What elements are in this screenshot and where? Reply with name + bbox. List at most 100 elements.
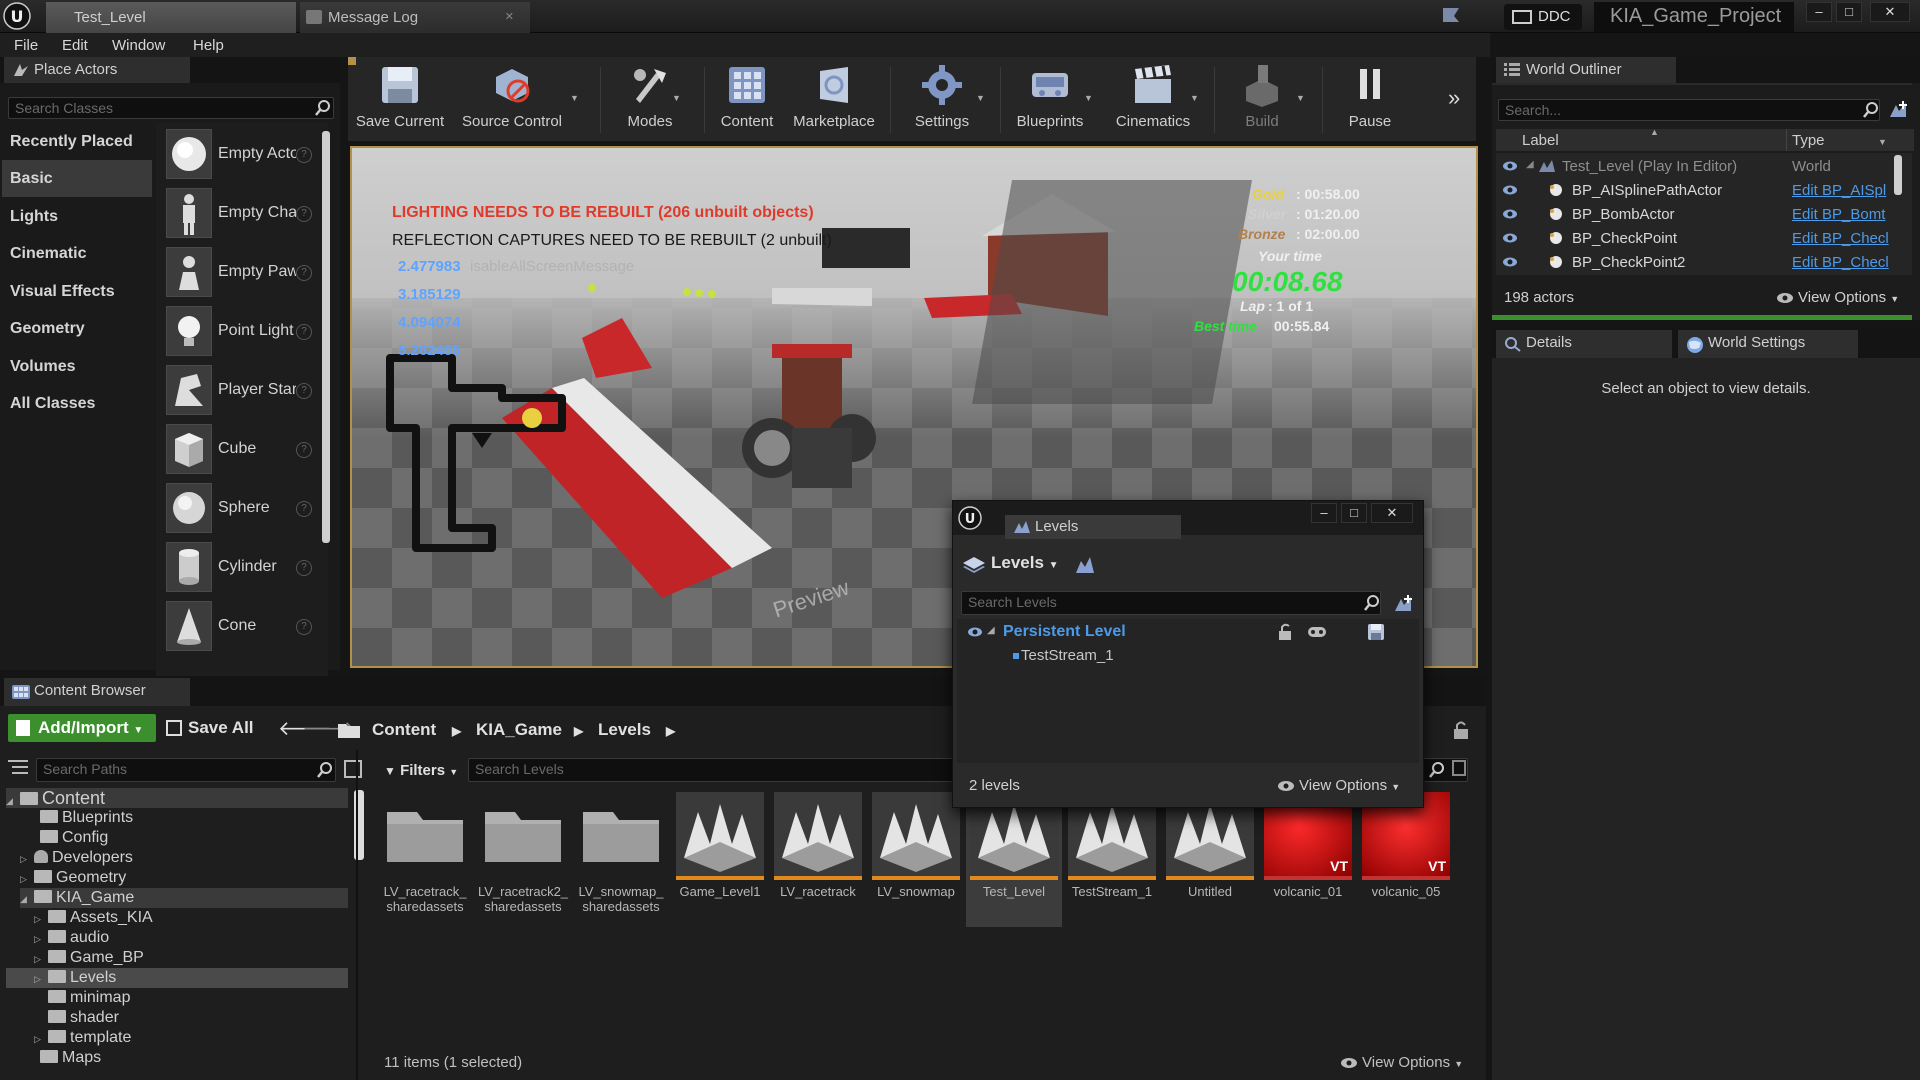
actor-item-point-light[interactable]: Point Light ?: [158, 302, 316, 360]
column-label-header[interactable]: Label: [1522, 132, 1559, 149]
unlock-icon[interactable]: [1277, 623, 1295, 641]
gamepad-icon[interactable]: [1307, 625, 1327, 639]
actor-item-empty-pawn[interactable]: Empty Pawn ?: [158, 243, 316, 301]
help-icon[interactable]: ?: [296, 619, 312, 635]
help-icon[interactable]: ?: [296, 324, 312, 340]
settings-button[interactable]: Settings: [900, 63, 984, 139]
add-filter-icon[interactable]: [1888, 99, 1910, 121]
save-all-button[interactable]: Save All: [166, 718, 254, 738]
asset-view-options[interactable]: View Options ▼: [1340, 1054, 1463, 1071]
search-levels-window-input[interactable]: Search Levels: [961, 591, 1381, 615]
eye-icon[interactable]: [1502, 256, 1518, 268]
asset-level-game-level1[interactable]: Game_Level1: [674, 792, 766, 927]
level-row-teststream[interactable]: TestStream_1: [957, 645, 1419, 667]
filters-button[interactable]: ▼ Filters ▼: [384, 762, 458, 779]
tab-test-level[interactable]: Test_Level: [46, 2, 296, 33]
tree-item-content[interactable]: ◢ Content: [6, 788, 348, 808]
asset-level-teststream-1[interactable]: TestStream_1: [1066, 792, 1158, 927]
sort-ascending-icon[interactable]: ▲: [1650, 127, 1659, 137]
breadcrumb-kia-game[interactable]: KIA_Game: [476, 720, 562, 740]
add-import-button[interactable]: Add/Import ▼: [8, 714, 156, 742]
notification-icon[interactable]: [1440, 4, 1462, 26]
outliner-row-type-link[interactable]: Edit BP_Checl: [1792, 230, 1889, 247]
tree-item-maps[interactable]: Maps: [26, 1048, 101, 1068]
chevron-down-icon[interactable]: ▼: [570, 93, 579, 103]
category-cinematic[interactable]: Cinematic: [2, 235, 152, 272]
tab-content-browser[interactable]: Content Browser: [4, 678, 190, 706]
asset-texture-volcanic-01[interactable]: VT volcanic_01: [1262, 792, 1354, 927]
eye-icon[interactable]: [1502, 208, 1518, 220]
menu-window[interactable]: Window: [112, 37, 165, 54]
close-window-button[interactable]: ✕: [1371, 503, 1413, 523]
levels-view-options[interactable]: View Options ▼: [1277, 777, 1400, 794]
folder-open-icon[interactable]: [338, 722, 360, 738]
actor-item-cube[interactable]: Cube ?: [158, 420, 316, 478]
build-button[interactable]: Build: [1224, 63, 1300, 139]
actor-item-cone[interactable]: Cone ?: [158, 597, 316, 655]
category-basic[interactable]: Basic: [2, 160, 152, 197]
breadcrumb-separator-icon[interactable]: ▶: [666, 724, 675, 738]
asset-folder-lv-racetrack-sharedassets[interactable]: LV_racetrack_ sharedassets: [379, 792, 471, 927]
search-classes-input[interactable]: Search Classes: [8, 97, 334, 119]
help-icon[interactable]: ?: [296, 501, 312, 517]
menu-edit[interactable]: Edit: [62, 37, 88, 54]
tab-world-settings[interactable]: World Settings: [1678, 330, 1858, 358]
tree-item-developers[interactable]: ▷ Developers: [20, 848, 133, 868]
expand-arrow-icon[interactable]: ▷: [34, 949, 48, 969]
tree-item-template[interactable]: ▷ template: [34, 1028, 131, 1048]
asset-folder-lv-snowmap-sharedassets[interactable]: LV_snowmap_ sharedassets: [575, 792, 667, 927]
source-control-button[interactable]: Source Control: [456, 63, 568, 139]
expand-arrow-icon[interactable]: ◢: [20, 889, 34, 909]
minimize-button[interactable]: –: [1806, 2, 1832, 22]
outliner-view-options[interactable]: View Options ▼: [1776, 289, 1899, 306]
tree-item-kia-game[interactable]: ◢ KIA_Game: [20, 888, 348, 908]
outliner-row[interactable]: BP_CheckPoint2 Edit BP_Checl: [1496, 251, 1892, 273]
chevron-down-icon[interactable]: ▼: [1190, 93, 1199, 103]
category-all-classes[interactable]: All Classes: [2, 385, 152, 422]
chevron-down-icon[interactable]: ▼: [1084, 93, 1093, 103]
sources-toggle-icon[interactable]: [8, 758, 28, 776]
tree-item-audio[interactable]: ▷ audio: [34, 928, 109, 948]
expand-arrow-icon[interactable]: ◢: [1526, 159, 1534, 170]
help-icon[interactable]: ?: [296, 560, 312, 576]
tree-item-geometry[interactable]: ▷ Geometry: [20, 868, 126, 888]
tree-item-assets-kia[interactable]: ▷ Assets_KIA: [34, 908, 153, 928]
lock-icon[interactable]: [1452, 720, 1470, 740]
sources-splitter[interactable]: [356, 750, 358, 1080]
breadcrumb-content[interactable]: Content: [372, 720, 436, 740]
add-level-icon[interactable]: [1393, 593, 1415, 615]
breadcrumb-separator-icon[interactable]: ▶: [452, 724, 461, 738]
marketplace-button[interactable]: Marketplace: [786, 63, 882, 139]
save-current-button[interactable]: Save Current: [352, 63, 448, 139]
expand-arrow-icon[interactable]: ▷: [20, 869, 34, 889]
asset-level-lv-racetrack[interactable]: LV_racetrack: [772, 792, 864, 927]
outliner-scrollbar[interactable]: [1894, 155, 1902, 195]
column-separator[interactable]: [1786, 129, 1787, 151]
world-composition-icon[interactable]: [1075, 555, 1095, 575]
asset-texture-volcanic-05[interactable]: VT volcanic_05: [1360, 792, 1452, 927]
eye-icon[interactable]: [1502, 184, 1518, 196]
outliner-row[interactable]: ◢ Test_Level (Play In Editor) World: [1496, 155, 1892, 177]
category-visual-effects[interactable]: Visual Effects: [2, 273, 152, 310]
maximize-button[interactable]: □: [1836, 2, 1862, 22]
tab-details[interactable]: Details: [1496, 330, 1672, 358]
expand-arrow-icon[interactable]: ▷: [20, 849, 34, 869]
tree-item-shader[interactable]: shader: [34, 1008, 119, 1028]
eye-icon[interactable]: [967, 626, 983, 638]
actor-item-cylinder[interactable]: Cylinder ?: [158, 538, 316, 596]
eye-icon[interactable]: [1502, 160, 1518, 172]
content-button[interactable]: Content: [712, 63, 782, 139]
category-lights[interactable]: Lights: [2, 198, 152, 235]
asset-level-lv-snowmap[interactable]: LV_snowmap: [870, 792, 962, 927]
category-recently-placed[interactable]: Recently Placed: [2, 123, 152, 160]
actor-item-empty-actor[interactable]: Empty Actor ?: [158, 125, 316, 183]
tree-item-blueprints[interactable]: Blueprints: [26, 808, 133, 828]
outliner-row[interactable]: BP_AISplinePathActor Edit BP_AISpl: [1496, 179, 1892, 201]
help-icon[interactable]: ?: [296, 265, 312, 281]
breadcrumb-levels[interactable]: Levels: [598, 720, 651, 740]
asset-level-test-level[interactable]: Test_Level: [966, 792, 1062, 927]
category-volumes[interactable]: Volumes: [2, 348, 152, 385]
outliner-row[interactable]: BP_BombActor Edit BP_Bomt: [1496, 203, 1892, 225]
save-icon[interactable]: [1367, 623, 1385, 641]
expand-arrow-icon[interactable]: ▷: [34, 969, 48, 989]
